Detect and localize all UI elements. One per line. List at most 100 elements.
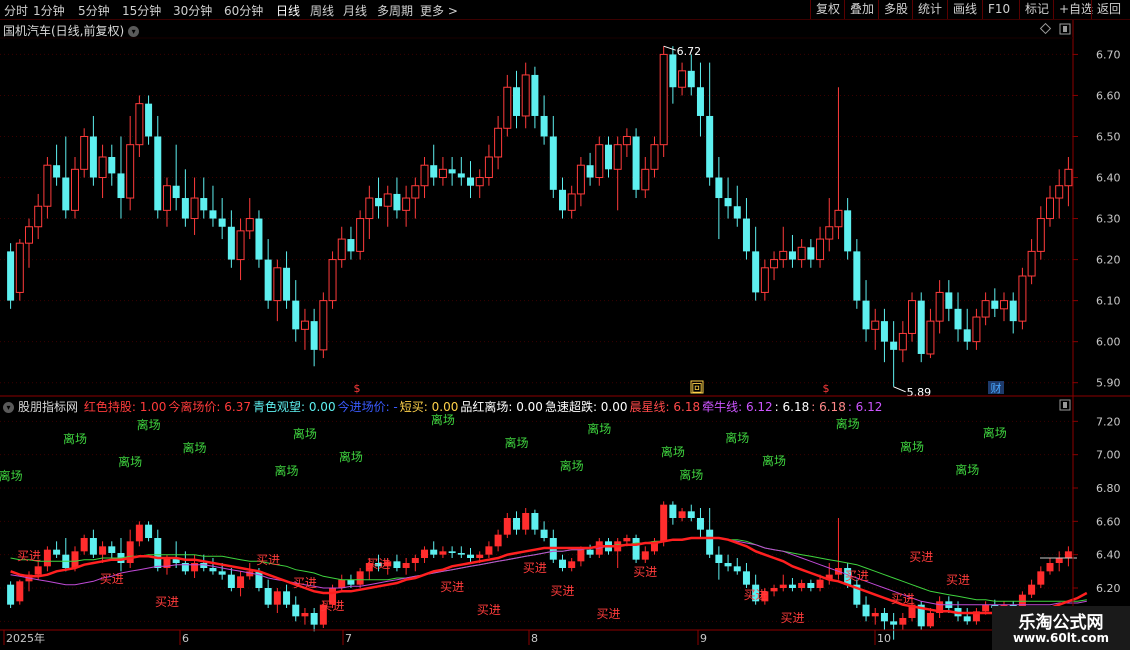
exit-signal-label: 离场 (955, 462, 979, 477)
buy-signal-label: 买进 (321, 599, 345, 613)
candle-body-up (1036, 218, 1045, 252)
candle-body-down (558, 189, 566, 211)
buy-signal-label: 买进 (367, 557, 391, 571)
price-tick-label: 6.00 (1096, 336, 1121, 349)
candle-body-up (1046, 197, 1055, 220)
legend-item: 急速超跌: 0.00 (544, 400, 628, 414)
event-marker[interactable]: 回 (690, 380, 704, 395)
date-tick-label: 9 (700, 632, 707, 645)
candle-body-up (521, 74, 530, 117)
candle-body-down (540, 115, 548, 137)
candle-body-up (1064, 168, 1073, 187)
indicator-candle-up (71, 551, 79, 568)
event-marker[interactable]: $ (354, 382, 361, 395)
candle-body-up (162, 185, 171, 211)
candle-body-down (890, 341, 898, 350)
candle-body-down (954, 308, 962, 330)
date-tick-label: 8 (531, 632, 538, 645)
indicator-candle-down (963, 616, 971, 622)
indicator-candle-down (430, 549, 438, 555)
candle-body-up (825, 226, 834, 240)
candle-body-up (337, 238, 346, 261)
legend-item: 牵牛线: 6.12 (702, 400, 773, 414)
indicator-candle-down (448, 551, 456, 553)
price-tick-label: 6.40 (1096, 172, 1121, 185)
candle-body-up (1018, 275, 1027, 322)
event-marker[interactable]: 财 (988, 381, 1004, 395)
exit-signal-label: 离场 (183, 440, 207, 455)
indicator-candle-up (126, 541, 134, 563)
candle-body-up (595, 144, 604, 179)
indicator-candle-up (1028, 584, 1036, 595)
legend-item: : 6.18 (811, 400, 846, 414)
indicator-candle-up (135, 524, 143, 542)
candle-body-up (1000, 300, 1009, 310)
legend-item: : 6.12 (847, 400, 883, 414)
indicator-candle-up (871, 613, 879, 617)
chevron-down-icon[interactable]: ▾ (3, 402, 14, 413)
candle-body-down (586, 165, 594, 178)
candle-body-up (770, 259, 779, 269)
indicator-candle-down (393, 561, 401, 568)
candle-body-down (733, 206, 741, 219)
indicator-candle-down (890, 621, 898, 625)
candle-body-up (972, 316, 981, 343)
indicator-candle-up (779, 584, 787, 588)
candle-body-up (98, 156, 107, 179)
indicator-candle-up (273, 591, 281, 605)
candle-body-down (53, 165, 61, 178)
indicator-candle-up (503, 518, 511, 535)
exit-signal-label: 离场 (587, 421, 611, 436)
price-tick-label: 6.60 (1096, 89, 1121, 102)
chart-canvas[interactable]: 6.725.89$ 回 $ 财 离场离场离场离场离场离场离场离场离场离场离场离场离场离… (0, 0, 1130, 650)
indicator-candle-down (513, 518, 521, 530)
candle-body-down (448, 169, 456, 174)
indicator-candle-up (80, 538, 88, 552)
indicator-candle-up (899, 618, 907, 625)
event-marker-label: 回 (692, 382, 703, 395)
indicator-layer: 离场离场离场离场离场离场离场离场离场离场离场离场离场离场离场离场离场离场离场离场… (0, 412, 1088, 640)
candle-body-up (650, 144, 659, 170)
candle-body-down (807, 247, 815, 260)
indicator-candle-up (237, 576, 245, 588)
buy-signal-label: 买进 (596, 607, 620, 621)
indicator-candle-down (283, 591, 291, 605)
indicator-candle-up (577, 549, 585, 562)
indicator-candle-down (724, 563, 732, 567)
buy-signal-label: 买进 (293, 576, 317, 590)
buy-signal-label: 买进 (909, 550, 933, 564)
candle-body-down (283, 267, 291, 301)
indicator-candle-down (706, 529, 714, 555)
candle-body-down (117, 173, 125, 199)
indicator-candle-down (89, 538, 97, 555)
candle-body-up (576, 164, 585, 195)
candle-body-down (375, 198, 383, 207)
candle-body-down (991, 300, 999, 309)
buy-signal-label: 买进 (477, 603, 501, 617)
exit-signal-label: 离场 (983, 425, 1007, 440)
indicator-candle-down (108, 546, 116, 553)
candle-body-down (7, 251, 15, 301)
legend-item: 青色观望: 0.00 (253, 400, 336, 414)
indicator-candle-down (788, 584, 796, 588)
candle-body-up (659, 53, 668, 146)
indicator-candle-down (227, 574, 235, 588)
indicator-candle-down (467, 554, 475, 558)
indicator-candle-up (494, 534, 502, 547)
candle-body-up (420, 164, 429, 187)
candle-body-up (383, 193, 392, 207)
buy-signal-label: 买进 (440, 580, 464, 594)
event-marker[interactable]: $ (823, 382, 830, 395)
indicator-candle-down (531, 513, 539, 530)
indicator-candle-down (154, 538, 162, 568)
indicator-candle-up (1055, 558, 1063, 563)
legend-item: 品红离场: 0.00 (460, 400, 543, 414)
exit-signal-label: 离场 (679, 467, 703, 482)
candle-body-down (430, 165, 438, 178)
candle-body-up (908, 300, 917, 334)
candle-body-down (457, 173, 465, 178)
indicator-name: 股朋指标网 (18, 400, 79, 414)
exit-signal-label: 离场 (836, 416, 860, 431)
candle-body-up (494, 127, 503, 158)
candle-body-up (1055, 185, 1064, 199)
